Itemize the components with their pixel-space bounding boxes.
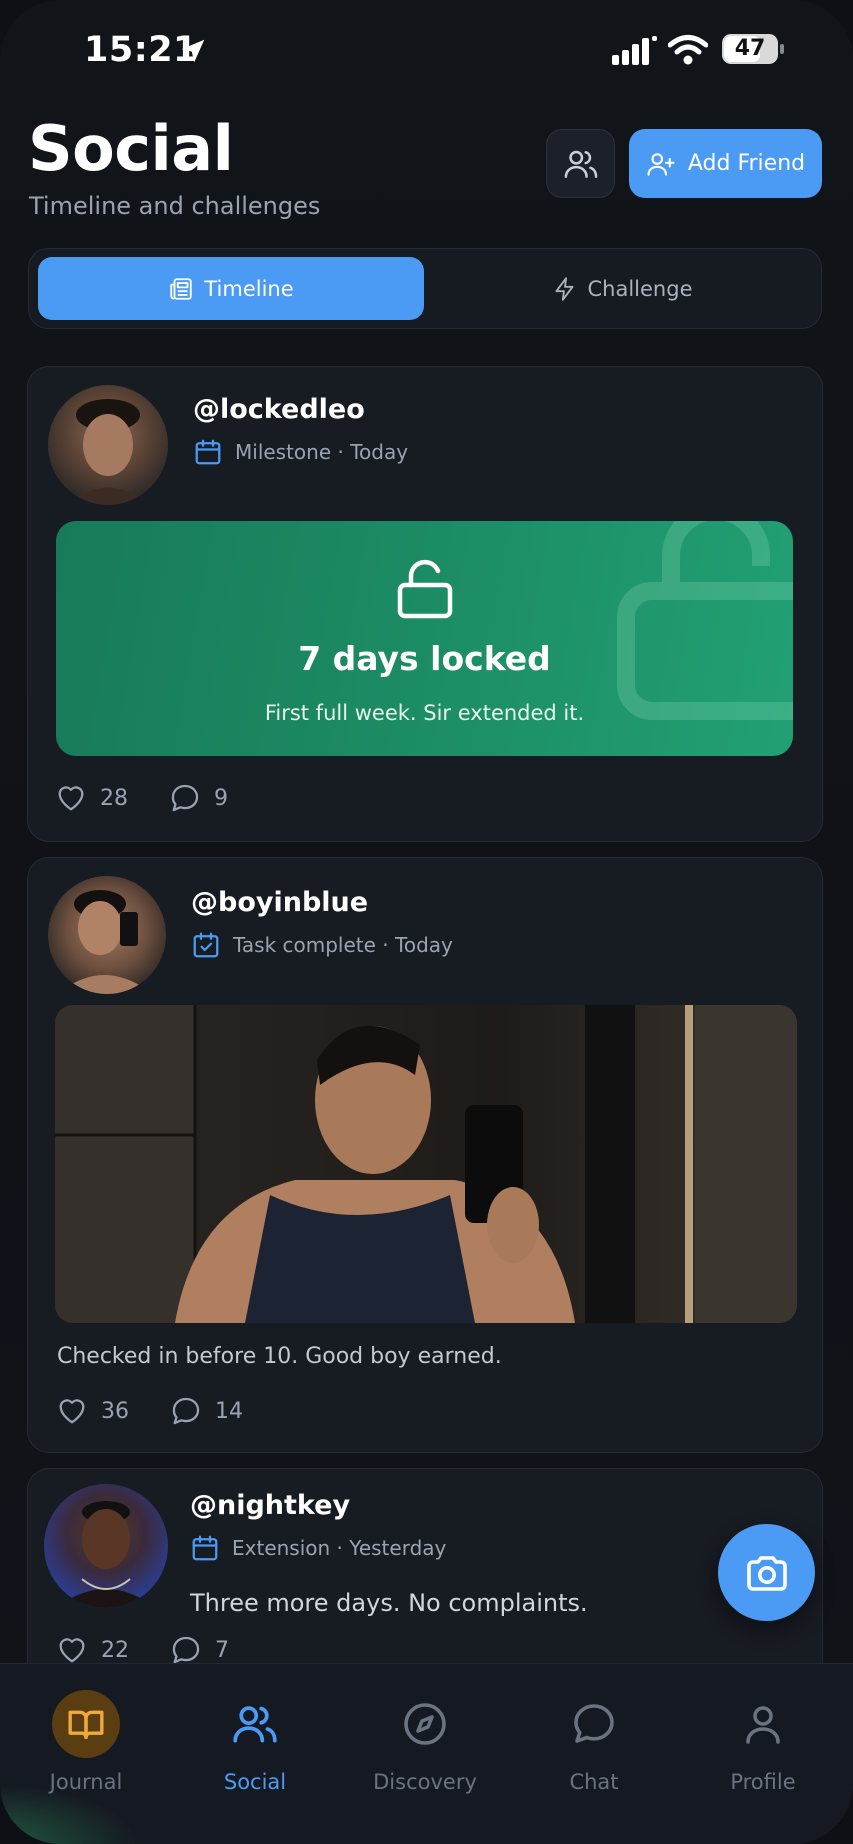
avatar[interactable] (48, 385, 168, 505)
segmented-tabs: Timeline Challenge (28, 248, 822, 329)
post-type: Task complete (233, 933, 376, 957)
add-friend-label: Add Friend (687, 151, 806, 176)
nav-profile[interactable]: Profile (688, 1690, 838, 1794)
nav-chat[interactable]: Chat (519, 1690, 669, 1794)
post-meta: Milestone · Today (193, 437, 408, 467)
post-stats: 28 9 (54, 781, 268, 815)
unlock-icon (397, 559, 453, 619)
post-caption: Checked in before 10. Good boy earned. (57, 1344, 502, 1369)
comment-icon (172, 1636, 200, 1664)
book-icon (52, 1690, 120, 1758)
heart-icon (59, 1638, 85, 1663)
person-icon (729, 1690, 797, 1758)
avatar-portrait (56, 1501, 156, 1608)
post-stats: 22 7 (55, 1633, 269, 1667)
avatar-portrait (68, 399, 148, 505)
comment-button[interactable]: 7 (169, 1633, 229, 1667)
user-plus-icon (647, 152, 675, 176)
calendar-icon (195, 439, 221, 465)
nav-social[interactable]: Social (180, 1690, 330, 1794)
post-meta: Extension · Yesterday (190, 1533, 446, 1563)
bottom-navigation: Journal Social Discovery Chat Profile (0, 1663, 853, 1844)
add-friend-button[interactable]: Add Friend (629, 129, 822, 198)
lightning-icon (554, 276, 574, 301)
page-subtitle: Timeline and challenges (29, 192, 321, 220)
calendar-check-icon (193, 932, 219, 958)
post-username[interactable]: @boyinblue (191, 887, 368, 918)
heart-icon (59, 1399, 85, 1424)
like-button[interactable]: 22 (55, 1633, 129, 1667)
comment-count: 7 (215, 1637, 229, 1663)
comment-icon (172, 1397, 200, 1425)
post-meta: Task complete · Today (191, 930, 453, 960)
comment-count: 14 (215, 1398, 243, 1424)
nav-journal-label: Journal (49, 1770, 123, 1794)
comment-icon (171, 784, 199, 812)
post-caption: Three more days. No complaints. (190, 1589, 588, 1617)
tab-challenge[interactable]: Challenge (429, 257, 815, 320)
like-button[interactable]: 36 (55, 1394, 129, 1428)
tab-timeline-label: Timeline (204, 276, 294, 301)
nav-journal[interactable]: Journal (11, 1690, 161, 1794)
wifi-icon (668, 35, 708, 65)
post-time: Today (350, 440, 409, 464)
location-arrow-icon (181, 39, 205, 63)
post-time: Today (395, 933, 453, 957)
nav-chat-label: Chat (569, 1770, 619, 1794)
battery-indicator: 47 (722, 34, 784, 66)
avatar[interactable] (48, 876, 166, 994)
comment-button[interactable]: 14 (169, 1394, 243, 1428)
compass-icon (391, 1690, 459, 1758)
milestone-text: First full week. Sir extended it. (264, 701, 585, 725)
post-photo[interactable] (55, 1005, 797, 1323)
newspaper-icon (170, 277, 193, 300)
nav-profile-label: Profile (730, 1770, 796, 1794)
screen: 15:21 47 Social Timeline and challenges (0, 0, 853, 1844)
post-type: Extension (232, 1536, 331, 1560)
tab-challenge-label: Challenge (587, 276, 693, 301)
like-button[interactable]: 28 (54, 781, 128, 815)
camera-button[interactable] (718, 1524, 815, 1621)
milestone-banner: 7 days locked First full week. Sir exten… (56, 521, 793, 756)
like-count: 28 (100, 785, 128, 811)
nav-social-label: Social (223, 1770, 287, 1794)
status-bar: 15:21 47 (0, 0, 853, 100)
calendar-icon (192, 1535, 218, 1561)
post-username[interactable]: @lockedleo (193, 394, 365, 425)
cellular-signal-icon (612, 36, 657, 65)
like-count: 22 (101, 1637, 129, 1663)
heart-icon (58, 786, 84, 811)
post-time: Yesterday (349, 1536, 447, 1560)
camera-icon (746, 1555, 787, 1591)
selfie-image (55, 1005, 797, 1323)
battery-level: 47 (734, 36, 766, 61)
chat-bubble-icon (560, 1690, 628, 1758)
users-icon (221, 1690, 289, 1758)
like-count: 36 (101, 1398, 129, 1424)
post-type: Milestone (235, 440, 332, 464)
avatar-portrait (58, 890, 153, 994)
tab-timeline[interactable]: Timeline (38, 257, 424, 320)
post-card: @lockedleo Milestone · Today 7 days lock… (27, 366, 823, 842)
comment-count: 9 (214, 785, 228, 811)
comment-button[interactable]: 9 (168, 781, 228, 815)
milestone-title: 7 days locked (298, 639, 551, 678)
page-title: Social (28, 112, 234, 185)
nav-discovery[interactable]: Discovery (350, 1690, 500, 1794)
users-icon (564, 150, 597, 178)
post-username[interactable]: @nightkey (190, 1490, 350, 1521)
avatar[interactable] (44, 1484, 168, 1608)
nav-discovery-label: Discovery (373, 1770, 477, 1794)
friends-list-button[interactable] (546, 129, 615, 198)
post-card: @boyinblue Task complete · Today Checked… (27, 857, 823, 1453)
post-stats: 36 14 (55, 1394, 283, 1428)
